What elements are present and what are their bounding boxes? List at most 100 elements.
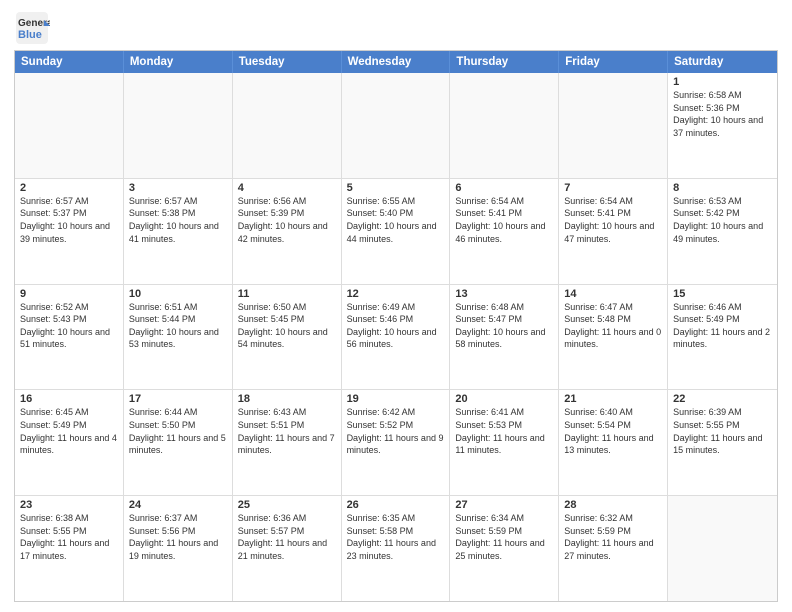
day-number: 26	[347, 499, 445, 511]
day-number: 18	[238, 393, 336, 405]
cal-cell-empty	[15, 73, 124, 178]
sun-info: Sunrise: 6:38 AM Sunset: 5:55 PM Dayligh…	[20, 512, 118, 562]
cal-cell-empty	[233, 73, 342, 178]
cal-row-3: 9Sunrise: 6:52 AM Sunset: 5:43 PM Daylig…	[15, 284, 777, 390]
day-number: 16	[20, 393, 118, 405]
sun-info: Sunrise: 6:44 AM Sunset: 5:50 PM Dayligh…	[129, 406, 227, 456]
sun-info: Sunrise: 6:57 AM Sunset: 5:37 PM Dayligh…	[20, 195, 118, 245]
sun-info: Sunrise: 6:36 AM Sunset: 5:57 PM Dayligh…	[238, 512, 336, 562]
sun-info: Sunrise: 6:42 AM Sunset: 5:52 PM Dayligh…	[347, 406, 445, 456]
day-number: 7	[564, 182, 662, 194]
cal-cell-day-8: 8Sunrise: 6:53 AM Sunset: 5:42 PM Daylig…	[668, 179, 777, 284]
day-number: 20	[455, 393, 553, 405]
cal-header-tuesday: Tuesday	[233, 51, 342, 73]
cal-cell-day-11: 11Sunrise: 6:50 AM Sunset: 5:45 PM Dayli…	[233, 285, 342, 390]
day-number: 10	[129, 288, 227, 300]
sun-info: Sunrise: 6:52 AM Sunset: 5:43 PM Dayligh…	[20, 301, 118, 351]
sun-info: Sunrise: 6:35 AM Sunset: 5:58 PM Dayligh…	[347, 512, 445, 562]
cal-row-2: 2Sunrise: 6:57 AM Sunset: 5:37 PM Daylig…	[15, 178, 777, 284]
sun-info: Sunrise: 6:39 AM Sunset: 5:55 PM Dayligh…	[673, 406, 772, 456]
day-number: 2	[20, 182, 118, 194]
sun-info: Sunrise: 6:43 AM Sunset: 5:51 PM Dayligh…	[238, 406, 336, 456]
sun-info: Sunrise: 6:32 AM Sunset: 5:59 PM Dayligh…	[564, 512, 662, 562]
day-number: 24	[129, 499, 227, 511]
sun-info: Sunrise: 6:51 AM Sunset: 5:44 PM Dayligh…	[129, 301, 227, 351]
sun-info: Sunrise: 6:55 AM Sunset: 5:40 PM Dayligh…	[347, 195, 445, 245]
cal-cell-day-1: 1Sunrise: 6:58 AM Sunset: 5:36 PM Daylig…	[668, 73, 777, 178]
cal-cell-day-16: 16Sunrise: 6:45 AM Sunset: 5:49 PM Dayli…	[15, 390, 124, 495]
cal-cell-empty	[124, 73, 233, 178]
day-number: 15	[673, 288, 772, 300]
day-number: 1	[673, 76, 772, 88]
cal-cell-empty	[559, 73, 668, 178]
sun-info: Sunrise: 6:56 AM Sunset: 5:39 PM Dayligh…	[238, 195, 336, 245]
cal-cell-day-25: 25Sunrise: 6:36 AM Sunset: 5:57 PM Dayli…	[233, 496, 342, 601]
cal-row-1: 1Sunrise: 6:58 AM Sunset: 5:36 PM Daylig…	[15, 73, 777, 178]
sun-info: Sunrise: 6:34 AM Sunset: 5:59 PM Dayligh…	[455, 512, 553, 562]
cal-cell-day-17: 17Sunrise: 6:44 AM Sunset: 5:50 PM Dayli…	[124, 390, 233, 495]
sun-info: Sunrise: 6:40 AM Sunset: 5:54 PM Dayligh…	[564, 406, 662, 456]
cal-header-monday: Monday	[124, 51, 233, 73]
sun-info: Sunrise: 6:45 AM Sunset: 5:49 PM Dayligh…	[20, 406, 118, 456]
sun-info: Sunrise: 6:41 AM Sunset: 5:53 PM Dayligh…	[455, 406, 553, 456]
cal-cell-empty	[450, 73, 559, 178]
cal-cell-day-15: 15Sunrise: 6:46 AM Sunset: 5:49 PM Dayli…	[668, 285, 777, 390]
day-number: 27	[455, 499, 553, 511]
cal-cell-day-4: 4Sunrise: 6:56 AM Sunset: 5:39 PM Daylig…	[233, 179, 342, 284]
cal-cell-day-3: 3Sunrise: 6:57 AM Sunset: 5:38 PM Daylig…	[124, 179, 233, 284]
day-number: 5	[347, 182, 445, 194]
day-number: 8	[673, 182, 772, 194]
cal-cell-day-12: 12Sunrise: 6:49 AM Sunset: 5:46 PM Dayli…	[342, 285, 451, 390]
day-number: 17	[129, 393, 227, 405]
cal-cell-day-9: 9Sunrise: 6:52 AM Sunset: 5:43 PM Daylig…	[15, 285, 124, 390]
cal-cell-empty	[668, 496, 777, 601]
cal-cell-day-10: 10Sunrise: 6:51 AM Sunset: 5:44 PM Dayli…	[124, 285, 233, 390]
sun-info: Sunrise: 6:47 AM Sunset: 5:48 PM Dayligh…	[564, 301, 662, 351]
cal-row-4: 16Sunrise: 6:45 AM Sunset: 5:49 PM Dayli…	[15, 389, 777, 495]
sun-info: Sunrise: 6:49 AM Sunset: 5:46 PM Dayligh…	[347, 301, 445, 351]
day-number: 6	[455, 182, 553, 194]
cal-cell-day-18: 18Sunrise: 6:43 AM Sunset: 5:51 PM Dayli…	[233, 390, 342, 495]
cal-cell-day-26: 26Sunrise: 6:35 AM Sunset: 5:58 PM Dayli…	[342, 496, 451, 601]
cal-header-thursday: Thursday	[450, 51, 559, 73]
cal-cell-day-5: 5Sunrise: 6:55 AM Sunset: 5:40 PM Daylig…	[342, 179, 451, 284]
cal-cell-day-24: 24Sunrise: 6:37 AM Sunset: 5:56 PM Dayli…	[124, 496, 233, 601]
day-number: 11	[238, 288, 336, 300]
cal-cell-day-28: 28Sunrise: 6:32 AM Sunset: 5:59 PM Dayli…	[559, 496, 668, 601]
cal-header-saturday: Saturday	[668, 51, 777, 73]
sun-info: Sunrise: 6:48 AM Sunset: 5:47 PM Dayligh…	[455, 301, 553, 351]
sun-info: Sunrise: 6:46 AM Sunset: 5:49 PM Dayligh…	[673, 301, 772, 351]
day-number: 21	[564, 393, 662, 405]
svg-text:Blue: Blue	[18, 29, 42, 41]
cal-cell-day-6: 6Sunrise: 6:54 AM Sunset: 5:41 PM Daylig…	[450, 179, 559, 284]
cal-cell-day-22: 22Sunrise: 6:39 AM Sunset: 5:55 PM Dayli…	[668, 390, 777, 495]
cal-row-5: 23Sunrise: 6:38 AM Sunset: 5:55 PM Dayli…	[15, 495, 777, 601]
day-number: 12	[347, 288, 445, 300]
day-number: 23	[20, 499, 118, 511]
day-number: 3	[129, 182, 227, 194]
sun-info: Sunrise: 6:50 AM Sunset: 5:45 PM Dayligh…	[238, 301, 336, 351]
logo-svg: General Blue	[14, 10, 50, 46]
day-number: 4	[238, 182, 336, 194]
day-number: 28	[564, 499, 662, 511]
sun-info: Sunrise: 6:54 AM Sunset: 5:41 PM Dayligh…	[564, 195, 662, 245]
calendar: SundayMondayTuesdayWednesdayThursdayFrid…	[14, 50, 778, 602]
header: General Blue	[14, 10, 778, 46]
cal-header-friday: Friday	[559, 51, 668, 73]
sun-info: Sunrise: 6:53 AM Sunset: 5:42 PM Dayligh…	[673, 195, 772, 245]
logo: General Blue	[14, 10, 50, 46]
cal-header-wednesday: Wednesday	[342, 51, 451, 73]
day-number: 13	[455, 288, 553, 300]
calendar-body: 1Sunrise: 6:58 AM Sunset: 5:36 PM Daylig…	[15, 73, 777, 601]
sun-info: Sunrise: 6:54 AM Sunset: 5:41 PM Dayligh…	[455, 195, 553, 245]
cal-cell-day-19: 19Sunrise: 6:42 AM Sunset: 5:52 PM Dayli…	[342, 390, 451, 495]
cal-cell-day-20: 20Sunrise: 6:41 AM Sunset: 5:53 PM Dayli…	[450, 390, 559, 495]
day-number: 14	[564, 288, 662, 300]
cal-cell-day-14: 14Sunrise: 6:47 AM Sunset: 5:48 PM Dayli…	[559, 285, 668, 390]
cal-cell-empty	[342, 73, 451, 178]
cal-cell-day-2: 2Sunrise: 6:57 AM Sunset: 5:37 PM Daylig…	[15, 179, 124, 284]
sun-info: Sunrise: 6:58 AM Sunset: 5:36 PM Dayligh…	[673, 89, 772, 139]
day-number: 19	[347, 393, 445, 405]
day-number: 25	[238, 499, 336, 511]
day-number: 9	[20, 288, 118, 300]
